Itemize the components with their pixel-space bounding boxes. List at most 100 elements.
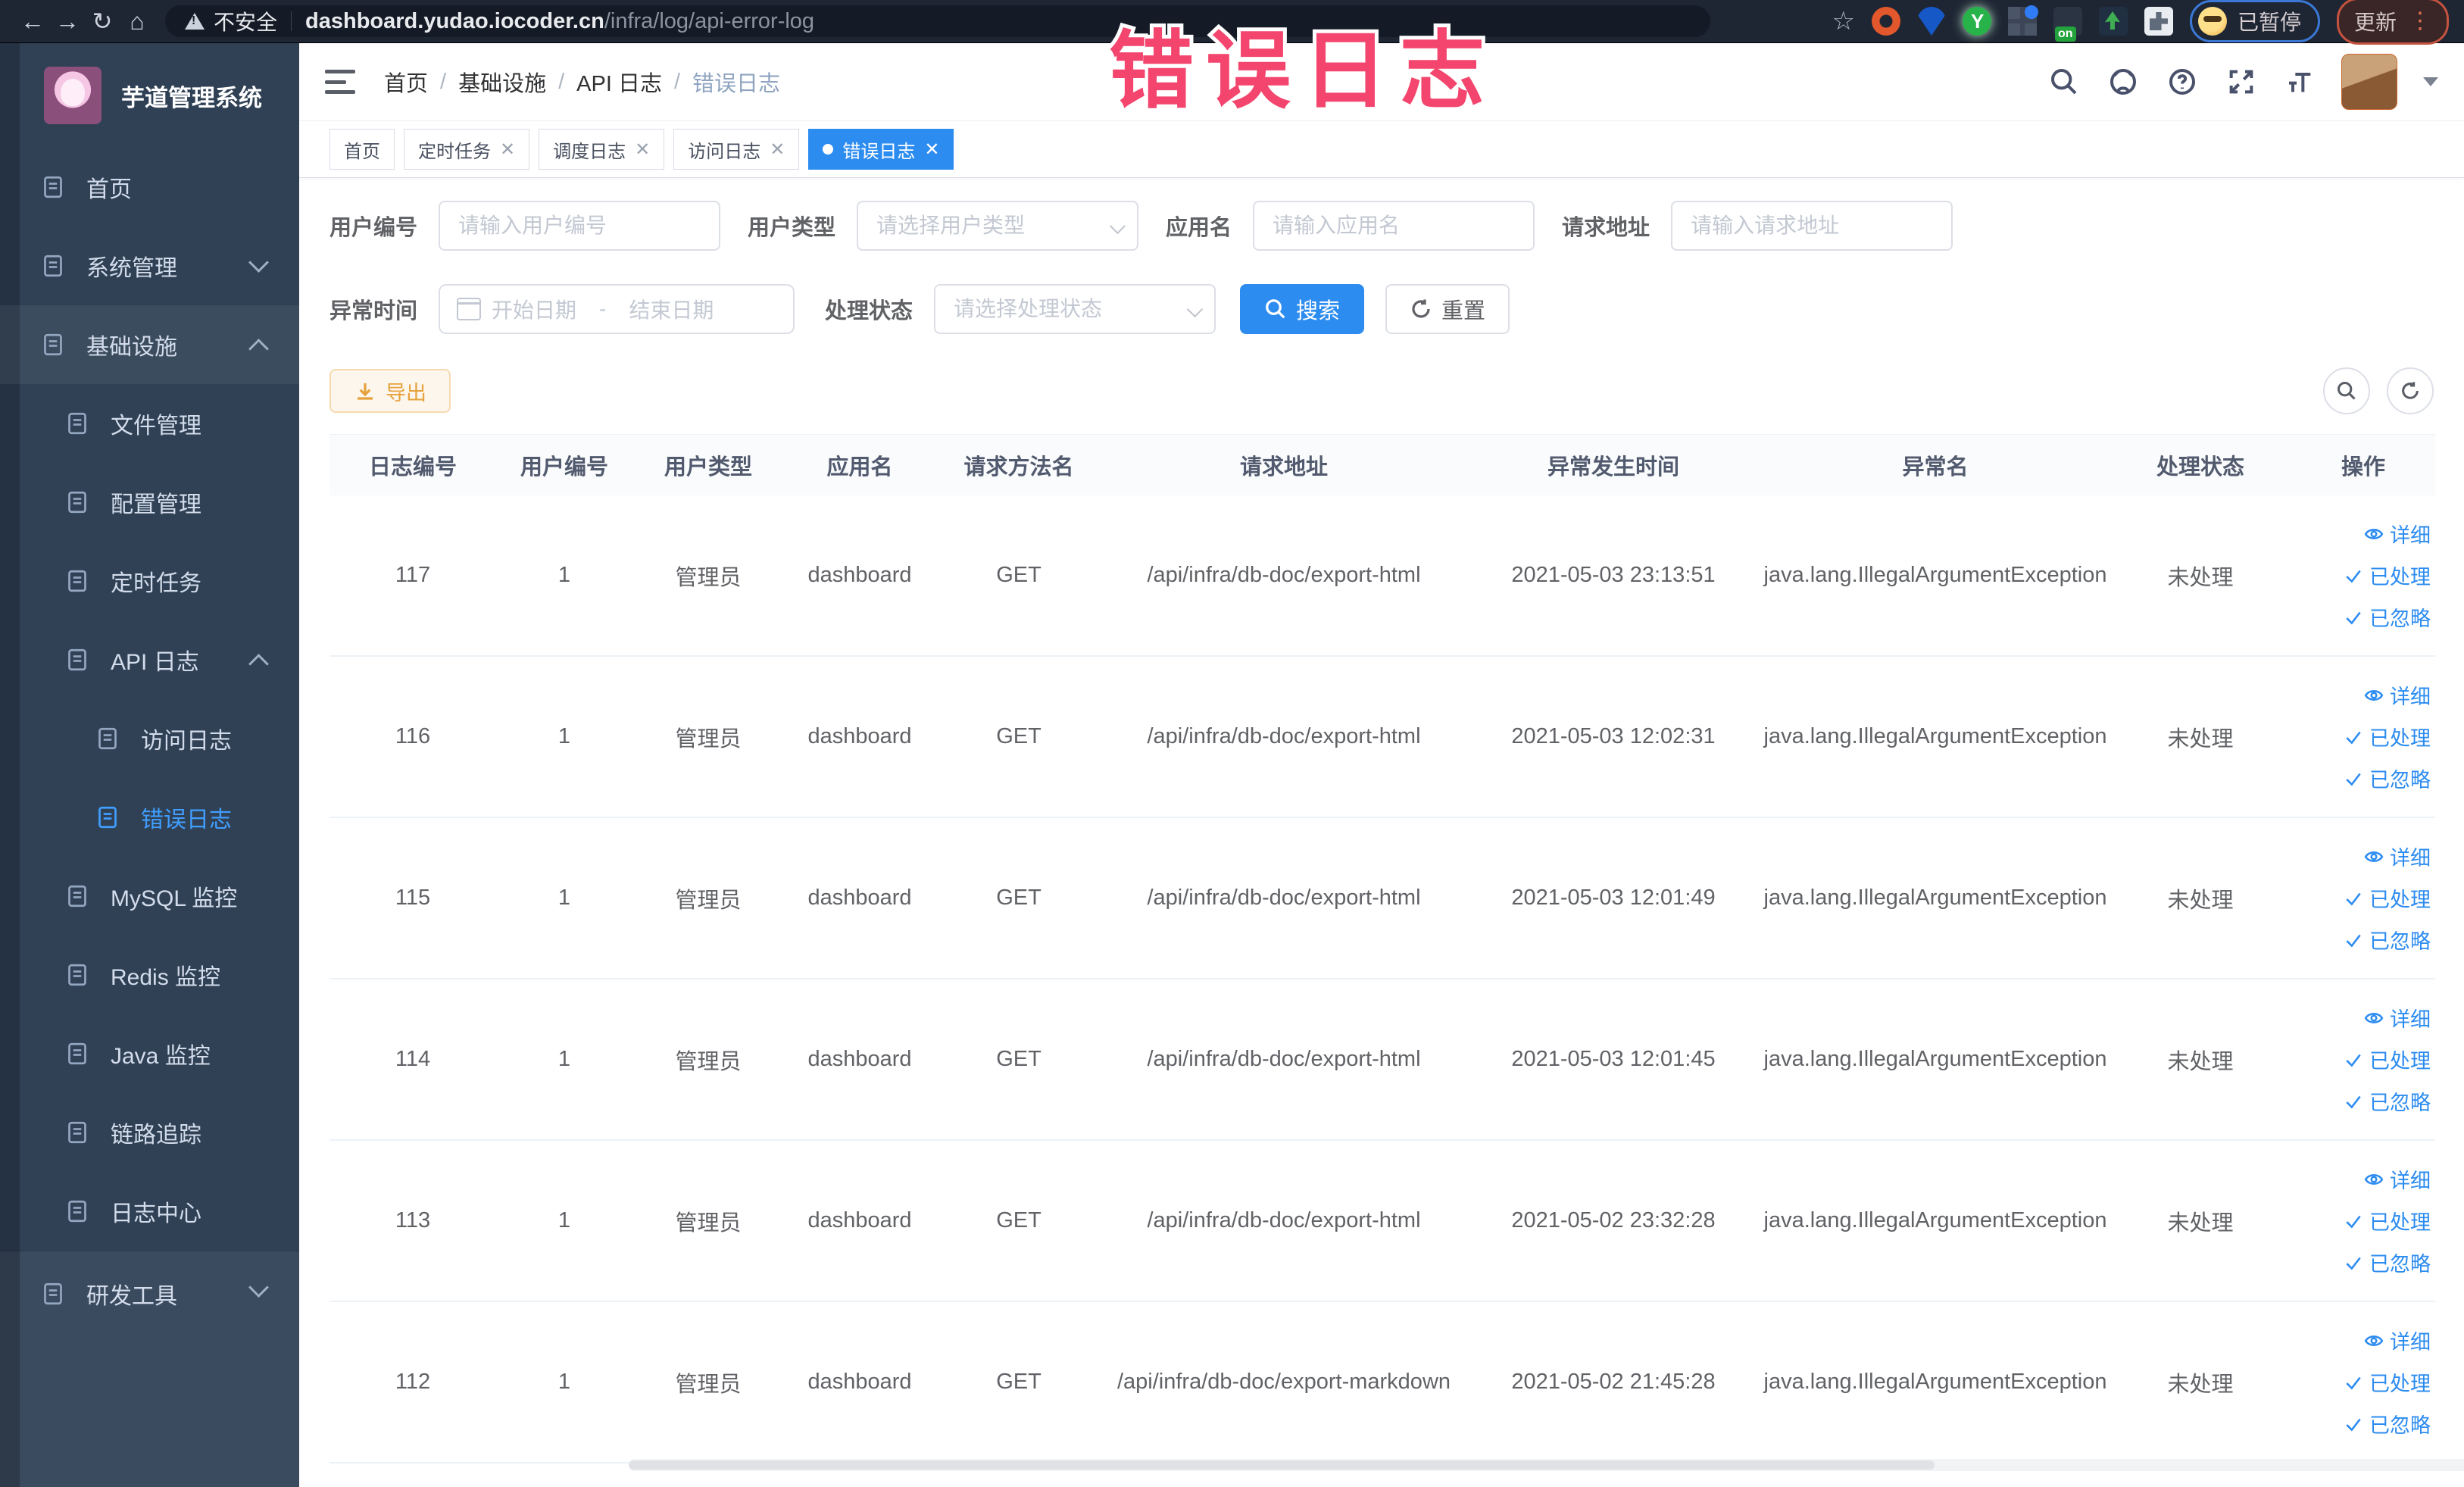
extension-icon[interactable]	[1871, 7, 1900, 36]
extension-icon[interactable]	[2007, 5, 2038, 36]
column-header: 用户编号	[520, 455, 608, 480]
breadcrumb-item[interactable]: 基础设施	[458, 66, 546, 98]
reset-button[interactable]: 重置	[1385, 284, 1510, 334]
refresh-button[interactable]	[2387, 367, 2434, 414]
breadcrumb: 首页 / 基础设施 / API 日志 / 错误日志	[384, 66, 780, 98]
ignored-link[interactable]: 已忽略	[2344, 602, 2431, 632]
help-icon[interactable]	[2164, 64, 2200, 100]
sidebar-item[interactable]: 研发工具	[0, 1251, 299, 1336]
view-tab[interactable]: 错误日志 ✕	[808, 129, 954, 170]
sidebar: 芋道管理系统 首页 系统管理 基础设施 文件管理 配置管理 定时任务 API 日…	[0, 43, 299, 1487]
sidebar-item[interactable]: 链路追踪	[0, 1093, 299, 1172]
breadcrumb-item[interactable]: API 日志	[576, 66, 662, 98]
sidebar-item[interactable]: Java 监控	[0, 1014, 299, 1093]
processed-link[interactable]: 已处理	[2344, 561, 2431, 590]
url-bar[interactable]: 不安全 dashboard.yudao.iocoder.cn /infra/lo…	[165, 5, 1710, 37]
process-status-select[interactable]	[934, 284, 1216, 334]
detail-link[interactable]: 详细	[2364, 1326, 2431, 1355]
sidebar-item[interactable]: 配置管理	[0, 463, 299, 542]
column-header: 日志编号	[368, 455, 457, 480]
view-tab[interactable]: 调度日志 ✕	[539, 129, 665, 170]
request-url-input[interactable]	[1671, 201, 1953, 251]
time-cell: 2021-05-03 12:01:45	[1511, 1047, 1716, 1071]
reload-icon[interactable]: ↻	[85, 4, 120, 39]
sidebar-item[interactable]: 定时任务	[0, 542, 299, 620]
ignored-link[interactable]: 已忽略	[2344, 764, 2431, 793]
exception-cell: java.lang.IllegalArgumentException	[1763, 1047, 2107, 1071]
github-icon[interactable]	[2105, 64, 2141, 100]
search-button[interactable]: 搜索	[1240, 284, 1365, 334]
user-id-input[interactable]	[439, 201, 721, 251]
sidebar-item[interactable]: 基础设施	[0, 305, 299, 384]
view-tab[interactable]: 访问日志 ✕	[673, 129, 800, 170]
close-icon[interactable]: ✕	[500, 139, 515, 161]
processed-link[interactable]: 已处理	[2344, 1206, 2431, 1236]
breadcrumb-item[interactable]: 首页	[384, 66, 428, 98]
ignored-link[interactable]: 已忽略	[2344, 1409, 2431, 1439]
app-name-field[interactable]	[1271, 213, 1517, 239]
sidebar-item[interactable]: 日志中心	[0, 1172, 299, 1251]
detail-link[interactable]: 详细	[2364, 519, 2431, 548]
sidebar-item[interactable]: 访问日志	[0, 699, 299, 778]
user-avatar[interactable]	[2341, 54, 2397, 110]
ignored-link[interactable]: 已忽略	[2344, 1086, 2431, 1116]
view-tab[interactable]: 定时任务 ✕	[404, 129, 530, 170]
detail-link[interactable]: 详细	[2364, 680, 2431, 710]
ignored-link[interactable]: 已忽略	[2344, 925, 2431, 954]
sidebar-logo-row[interactable]: 芋道管理系统	[0, 43, 299, 148]
caret-down-icon[interactable]	[2423, 77, 2438, 86]
extensions-puzzle-icon[interactable]	[2144, 7, 2173, 36]
user-id-field[interactable]	[457, 213, 703, 239]
horizontal-scrollbar[interactable]	[629, 1459, 2464, 1471]
profile-paused-button[interactable]: 已暂停	[2189, 0, 2320, 42]
export-button[interactable]: 导出	[329, 369, 451, 413]
sidebar-toggle-icon[interactable]	[325, 67, 358, 97]
processed-link[interactable]: 已处理	[2344, 883, 2431, 913]
menu-dots-icon[interactable]: ⋮	[2409, 10, 2431, 33]
processed-link[interactable]: 已处理	[2344, 1367, 2431, 1397]
close-icon[interactable]: ✕	[770, 139, 785, 161]
toggle-search-button[interactable]	[2323, 367, 2370, 414]
sidebar-item[interactable]: Redis 监控	[0, 936, 299, 1014]
detail-link[interactable]: 详细	[2364, 842, 2431, 871]
scrollbar-thumb[interactable]	[629, 1460, 1935, 1470]
url-cell: /api/infra/db-doc/export-html	[1147, 563, 1421, 587]
fullscreen-icon[interactable]	[2223, 64, 2259, 100]
process-status-field[interactable]	[952, 296, 1198, 322]
sidebar-item[interactable]: 错误日志	[0, 778, 299, 857]
sidebar-item[interactable]: 首页	[0, 148, 299, 226]
detail-link[interactable]: 详细	[2364, 1003, 2431, 1032]
eye-icon	[2364, 1173, 2384, 1185]
processed-link[interactable]: 已处理	[2344, 722, 2431, 751]
back-icon[interactable]: ←	[15, 4, 50, 39]
user-type-cell: 管理员	[675, 565, 742, 590]
browser-chrome: ← → ↻ ⌂ 不安全 dashboard.yudao.iocoder.cn /…	[0, 0, 2464, 45]
home-icon[interactable]: ⌂	[120, 4, 155, 39]
processed-link[interactable]: 已处理	[2344, 1045, 2431, 1074]
close-icon[interactable]: ✕	[635, 139, 650, 161]
detail-link[interactable]: 详细	[2364, 1164, 2431, 1194]
update-button[interactable]: 更新 ⋮	[2336, 0, 2449, 45]
extension-icon[interactable]	[1962, 7, 1991, 36]
extension-icon[interactable]	[1916, 7, 1946, 36]
user-type-field[interactable]	[875, 213, 1121, 239]
search-icon[interactable]	[2046, 64, 2082, 100]
view-tab[interactable]: 首页	[329, 129, 395, 170]
request-url-field[interactable]	[1689, 213, 1935, 239]
bookmark-star-icon[interactable]: ☆	[1832, 6, 1854, 36]
font-size-icon[interactable]	[2282, 64, 2319, 100]
sidebar-item[interactable]: API 日志	[0, 620, 299, 699]
app-name-input[interactable]	[1253, 201, 1535, 251]
user-type-select[interactable]	[857, 201, 1139, 251]
user-id-cell: 1	[557, 724, 571, 748]
extension-icon[interactable]	[2053, 7, 2082, 42]
close-icon[interactable]: ✕	[924, 139, 939, 161]
sidebar-item[interactable]: 系统管理	[0, 226, 299, 305]
range-separator: -	[599, 297, 607, 320]
ignored-link[interactable]: 已忽略	[2344, 1248, 2431, 1277]
extension-icon[interactable]	[2098, 7, 2128, 36]
forward-icon[interactable]: →	[50, 4, 85, 39]
date-range-picker[interactable]: 开始日期 - 结束日期	[439, 284, 795, 334]
sidebar-item[interactable]: 文件管理	[0, 384, 299, 463]
sidebar-item[interactable]: MySQL 监控	[0, 857, 299, 936]
